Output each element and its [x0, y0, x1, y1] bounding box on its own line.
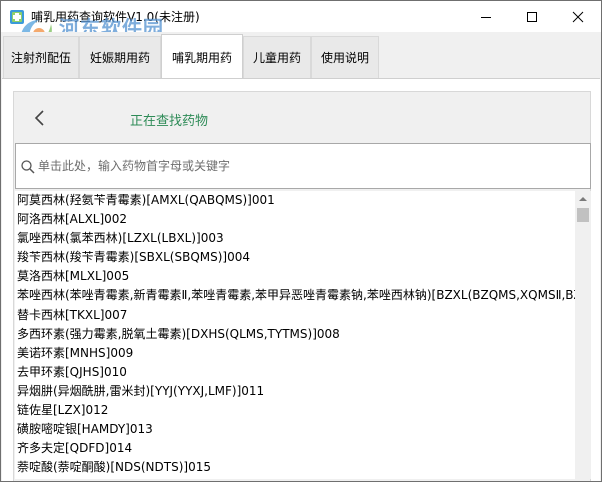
- tab-label: 使用说明: [320, 51, 369, 65]
- close-icon: [572, 11, 584, 22]
- tab-strip: 注射剂配伍 妊娠期用药 哺乳期用药 儿童用药 使用说明: [1, 32, 601, 79]
- tab-label: 妊娠期用药: [89, 51, 150, 65]
- search-box[interactable]: [15, 143, 591, 189]
- arrow-up-icon: [579, 197, 587, 201]
- title-bar[interactable]: 哺乳用药查询软件V1.0(未注册) 河东软件园 www.pc0359.cn: [1, 1, 601, 55]
- drug-list-item[interactable]: 阿洛西林[ALXL]002: [15, 210, 575, 229]
- search-panel: 正在查找药物 阿莫西林(羟氨苄青霉素)[AMXL(QABQMS)]001阿洛西林…: [13, 91, 591, 481]
- tab-label: 注射剂配伍: [10, 51, 71, 65]
- drug-list-item[interactable]: 羧苄西林(羧苄青霉素)[SBXL(SBQMS)]004: [15, 248, 575, 267]
- drug-list-item[interactable]: 苯唑西林(苯唑青霉素,新青霉素Ⅱ,苯唑青霉素,苯甲异恶唑青霉素钠,苯唑西林钠)[…: [15, 286, 575, 305]
- minimize-button[interactable]: [463, 1, 509, 32]
- tab-pregnancy-medication[interactable]: 妊娠期用药: [79, 36, 161, 78]
- chevron-left-icon: [34, 110, 44, 126]
- tab-pediatric-medication[interactable]: 儿童用药: [243, 36, 311, 78]
- vertical-scrollbar[interactable]: [575, 191, 591, 479]
- drug-list[interactable]: 阿莫西林(羟氨苄青霉素)[AMXL(QABQMS)]001 阿洛西林[ALXL]0…: [15, 191, 575, 479]
- tab-lactation-medication[interactable]: 哺乳期用药: [161, 34, 243, 79]
- tab-content-panel: 正在查找药物 阿莫西林(羟氨苄青霉素)[AMXL(QABQMS)]001阿洛西林…: [2, 78, 600, 481]
- tab-label: 哺乳期用药: [171, 50, 232, 65]
- search-icon: [21, 160, 35, 174]
- drug-list-item[interactable]: 萘啶酸(萘啶酮酸)[NDS(NDTS)]015: [15, 458, 575, 477]
- drug-list-item[interactable]: 莫洛西林[MLXL]005: [15, 267, 575, 286]
- app-window: 哺乳用药查询软件V1.0(未注册) 河东软件园 www.pc0359.cn: [0, 0, 602, 482]
- drug-list-item[interactable]: 链佐星[LZX]012: [15, 401, 575, 420]
- app-icon: [10, 10, 24, 24]
- close-button[interactable]: [555, 1, 601, 32]
- drug-list-item[interactable]: 齐多夫定[QDFD]014: [15, 439, 575, 458]
- drug-list-item[interactable]: 去甲环素[QJHS]010: [15, 363, 575, 382]
- drug-list-item[interactable]: 替卡西林[TKXL]007: [15, 306, 575, 325]
- drug-list-item[interactable]: 多西环素(强力霉素,脱氧土霉素)[DXHS(QLMS,TYTMS)]008: [15, 325, 575, 344]
- drug-list-item[interactable]: 阿莫西林(羟氨苄青霉素)[AMXL(QABQMS)]001: [15, 191, 575, 210]
- window-title: 哺乳用药查询软件V1.0(未注册): [31, 10, 200, 24]
- drug-list-item[interactable]: 美诺环素[MNHS]009: [15, 344, 575, 363]
- minimize-icon: [481, 16, 491, 18]
- drug-list-item[interactable]: 磺胺嘧啶银[HAMDY]013: [15, 420, 575, 439]
- tab-label: 儿童用药: [252, 51, 301, 65]
- scroll-up-button[interactable]: [575, 191, 591, 207]
- drug-list-item[interactable]: 氯唑西林(氯苯西林)[LZXL(LBXL)]003: [15, 229, 575, 248]
- tab-injection-compatibility[interactable]: 注射剂配伍: [3, 36, 79, 78]
- search-input[interactable]: [38, 152, 578, 180]
- drug-list-item[interactable]: 异烟肼(异烟酰肼,雷米封)[YYJ(YYXJ,LMF)]011: [15, 382, 575, 401]
- tab-instructions[interactable]: 使用说明: [311, 36, 379, 78]
- maximize-button[interactable]: [509, 1, 555, 32]
- page-heading: 正在查找药物: [130, 114, 209, 129]
- scrollbar-thumb[interactable]: [577, 208, 589, 222]
- back-button[interactable]: [28, 106, 52, 130]
- maximize-icon: [527, 11, 537, 22]
